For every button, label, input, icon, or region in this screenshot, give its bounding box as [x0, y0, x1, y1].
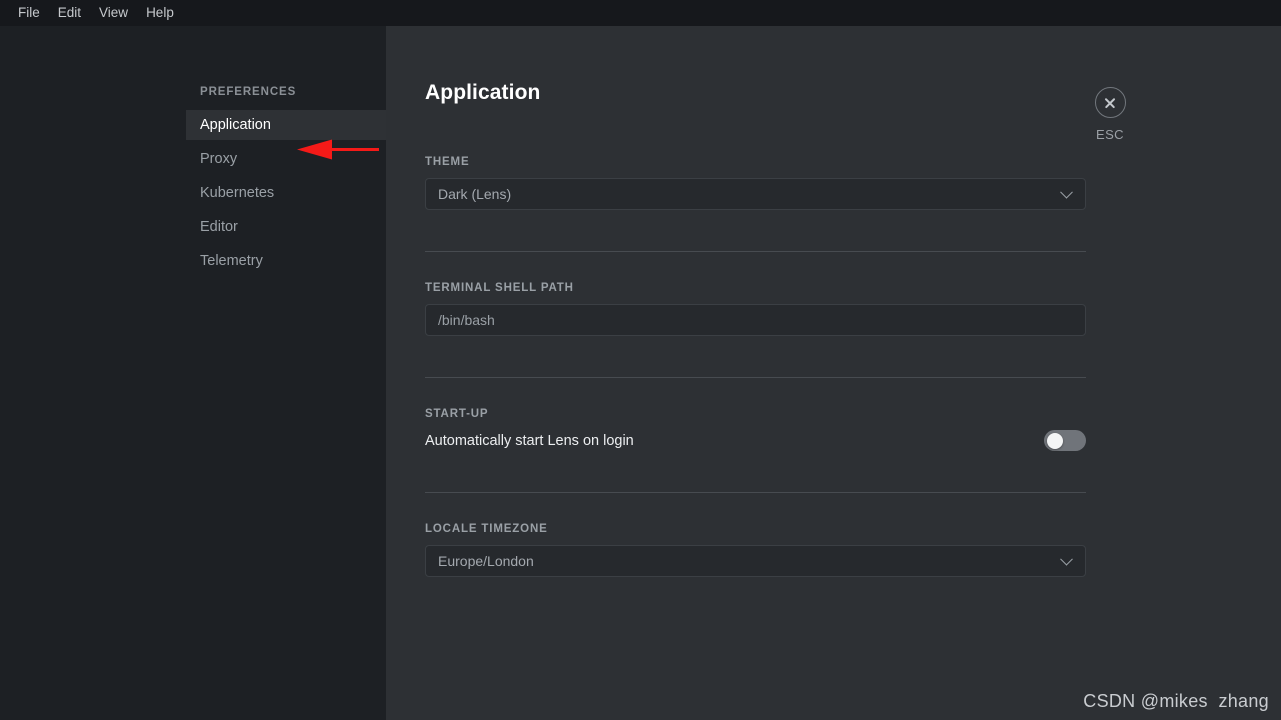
- auto-start-row: Automatically start Lens on login: [425, 430, 1086, 451]
- chevron-down-icon: [1060, 552, 1073, 566]
- menu-item-help[interactable]: Help: [137, 0, 183, 26]
- locale-timezone-section: LOCALE TIMEZONE Europe/London: [425, 523, 1086, 577]
- menu-bar: File Edit View Help: [0, 0, 1281, 26]
- terminal-shell-path-label: TERMINAL SHELL PATH: [425, 282, 574, 294]
- preferences-window: File Edit View Help PREFERENCES Applicat…: [0, 0, 1281, 720]
- sidebar-item-editor[interactable]: Editor: [186, 212, 386, 242]
- close-preferences-control[interactable]: ESC: [1079, 87, 1141, 142]
- theme-select[interactable]: Dark (Lens): [425, 178, 1086, 210]
- watermark-text: CSDN @mikes zhang: [1083, 691, 1269, 711]
- sidebar-section-header: PREFERENCES: [200, 86, 297, 98]
- sidebar-item-proxy[interactable]: Proxy: [186, 144, 386, 174]
- locale-timezone-selected-value: Europe/London: [438, 553, 534, 569]
- sidebar-item-label: Kubernetes: [200, 185, 275, 201]
- menu-item-view[interactable]: View: [90, 0, 137, 26]
- menu-item-file[interactable]: File: [9, 0, 49, 26]
- sidebar-item-label: Editor: [200, 219, 238, 235]
- chevron-down-icon: [1060, 185, 1073, 199]
- preferences-sidebar: PREFERENCES Application Proxy Kubernetes…: [186, 26, 386, 280]
- sidebar-item-kubernetes[interactable]: Kubernetes: [186, 178, 386, 208]
- page-title: Application: [425, 81, 541, 104]
- sidebar-panel: PREFERENCES Application Proxy Kubernetes…: [0, 26, 386, 720]
- theme-selected-value: Dark (Lens): [438, 186, 512, 202]
- preferences-form: THEME Dark (Lens) TERMINAL SHELL PATH /b…: [425, 156, 1086, 577]
- sidebar-item-label: Telemetry: [200, 253, 263, 269]
- auto-start-label: Automatically start Lens on login: [425, 432, 634, 449]
- sidebar-item-label: Application: [200, 117, 271, 133]
- terminal-shell-path-section: TERMINAL SHELL PATH: [425, 282, 1086, 336]
- locale-timezone-select[interactable]: Europe/London: [425, 545, 1086, 577]
- window-body: PREFERENCES Application Proxy Kubernetes…: [0, 26, 1281, 720]
- theme-section: THEME Dark (Lens): [425, 156, 1086, 210]
- content-panel: Application ESC THEME Dark (Lens) TERMIN…: [386, 26, 1281, 720]
- auto-start-toggle[interactable]: [1044, 430, 1086, 451]
- toggle-knob: [1046, 432, 1063, 449]
- esc-label: ESC: [1096, 127, 1124, 142]
- sidebar-item-application[interactable]: Application: [186, 110, 386, 140]
- theme-label: THEME: [425, 156, 470, 168]
- locale-timezone-label: LOCALE TIMEZONE: [425, 523, 548, 535]
- menu-item-edit[interactable]: Edit: [49, 0, 90, 26]
- sidebar-item-telemetry[interactable]: Telemetry: [186, 246, 386, 276]
- close-icon[interactable]: [1094, 87, 1126, 118]
- sidebar-item-label: Proxy: [200, 151, 238, 167]
- startup-section: START-UP Automatically start Lens on log…: [425, 408, 1086, 451]
- startup-label: START-UP: [425, 408, 489, 420]
- terminal-shell-path-input[interactable]: [425, 304, 1086, 336]
